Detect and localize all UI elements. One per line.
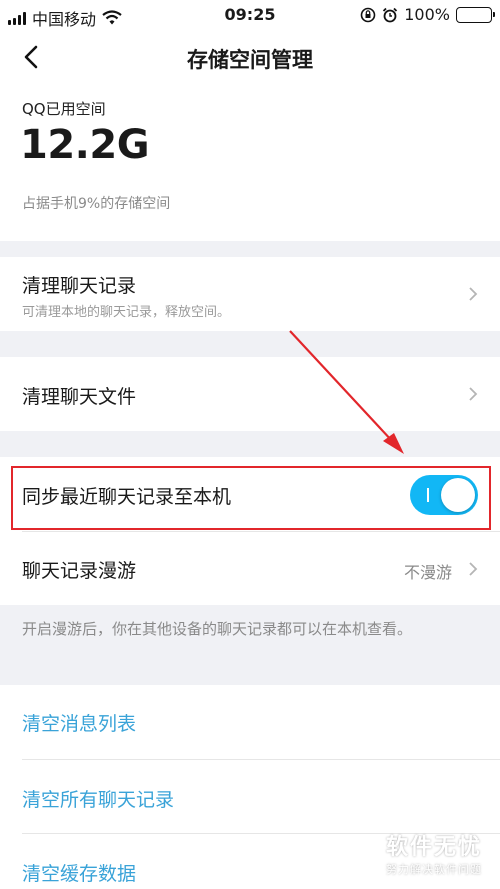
roaming-item[interactable]: 聊天记录漫游 不漫游 [0,532,500,605]
status-bar: 中国移动 09:25 100% [0,0,500,30]
storage-note: 占据手机9%的存储空间 [22,196,171,212]
clear-chat-records-subtitle: 可清理本地的聊天记录，释放空间。 [22,305,231,320]
watermark: 软件无忧 努力解决软件问题 [386,829,482,877]
storage-value: 12.2G [20,122,150,168]
annotation-highlight-box [11,466,491,530]
roaming-hint: 开启漫游后，你在其他设备的聊天记录都可以在本机查看。 [22,620,413,638]
clear-all-records-link[interactable]: 清空所有聊天记录 [22,785,174,812]
clear-chat-records-title: 清理聊天记录 [22,275,137,297]
page-title: 存储空间管理 [187,48,313,72]
clear-cache-link[interactable]: 清空缓存数据 [22,859,136,886]
roaming-value: 不漫游 [403,563,452,582]
clear-chat-records-item[interactable]: 清理聊天记录 可清理本地的聊天记录，释放空间。 [0,257,500,331]
watermark-title: 软件无忧 [385,835,482,860]
chevron-right-icon [469,562,478,576]
clear-chat-files-title: 清理聊天文件 [22,386,137,408]
storage-summary: QQ已用空间 12.2G 占据手机9%的存储空间 [0,84,500,241]
clear-message-list-link[interactable]: 清空消息列表 [22,709,136,736]
chevron-right-icon [469,387,478,401]
divider [22,759,500,760]
battery-percent: 100% [404,5,450,24]
clear-chat-files-item[interactable]: 清理聊天文件 [0,357,500,431]
rotation-lock-icon [360,7,376,22]
nav-bar: 存储空间管理 [0,30,500,84]
chevron-right-icon [469,287,478,301]
battery-icon [456,6,495,23]
watermark-subtitle: 努力解决软件问题 [385,863,482,876]
storage-label: QQ已用空间 [22,100,106,118]
status-right: 100% [360,5,495,24]
alarm-icon [383,7,398,22]
roaming-title: 聊天记录漫游 [22,560,137,582]
